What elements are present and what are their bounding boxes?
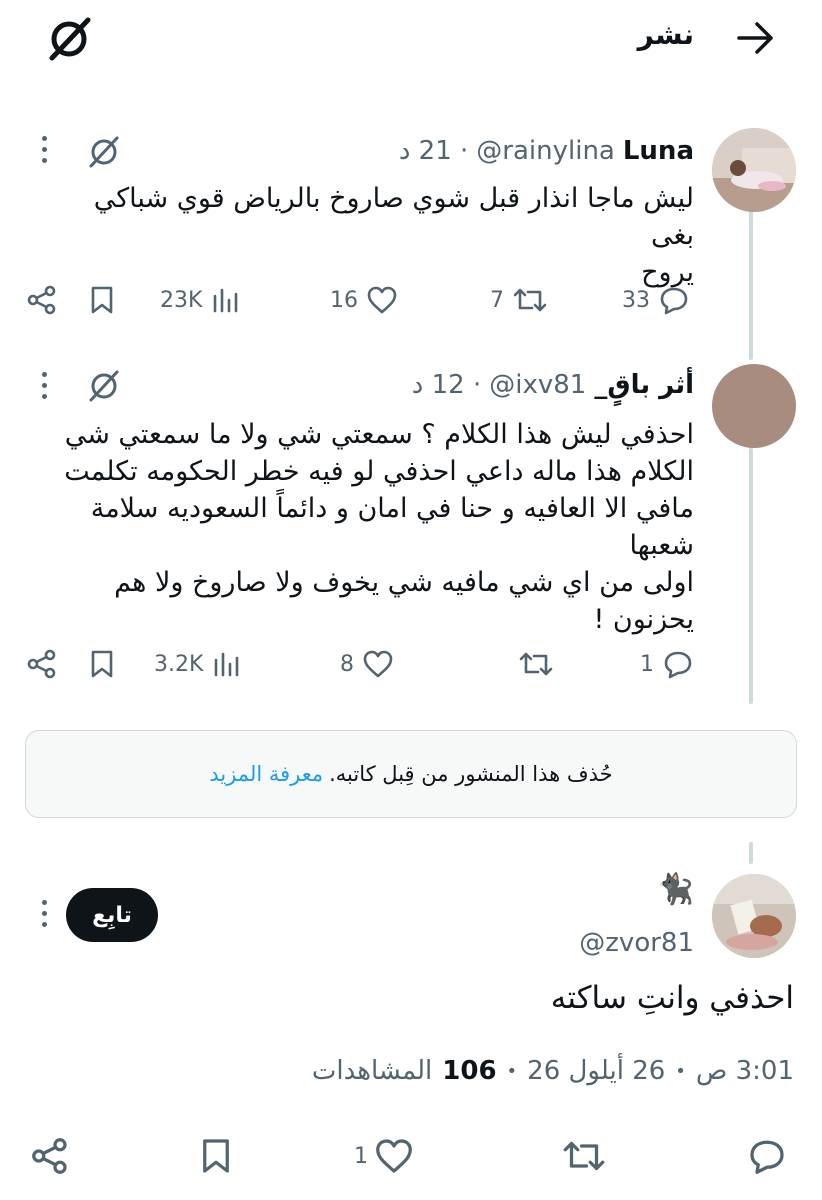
author-handle[interactable]: @ixv81 — [489, 370, 586, 400]
retweet-icon — [519, 652, 553, 676]
tweet-text: احذفي ليش هذا الكلام ؟ سمعتي شي ولا ما س… — [54, 416, 694, 638]
arrow-right-icon — [737, 22, 773, 54]
author-handle[interactable]: @zvor81 — [579, 928, 694, 958]
bookmark-icon — [91, 286, 113, 314]
author-name[interactable]: أثر باقٍ_ — [594, 370, 694, 400]
more-options-icon[interactable] — [37, 372, 51, 399]
like-button[interactable]: 8 — [340, 648, 394, 680]
bookmark-icon — [91, 650, 113, 678]
main-tweet: 🐈‍⬛ @zvor81 تابِع احذفي وانتِ ساكته 3:01… — [0, 860, 822, 1200]
slashed-circle-icon — [49, 17, 91, 61]
like-button[interactable]: 16 — [330, 284, 398, 316]
deleted-notice-text: حُذف هذا المنشور من قِبل كاتبه. — [329, 762, 613, 786]
author-name-emoji[interactable]: 🐈‍⬛ — [657, 872, 694, 907]
bar-chart-icon — [214, 288, 238, 313]
share-button[interactable] — [28, 1136, 72, 1176]
like-count: 16 — [330, 287, 358, 313]
retweet-count: 7 — [490, 287, 504, 313]
reply-icon — [660, 287, 688, 315]
share-icon — [32, 1138, 67, 1174]
follow-button[interactable]: تابِع — [66, 888, 158, 942]
slashed-circle-icon[interactable] — [86, 368, 122, 404]
avatar[interactable] — [712, 364, 796, 448]
retweet-button[interactable] — [560, 1136, 608, 1176]
share-button[interactable] — [26, 284, 58, 316]
bar-chart-icon — [215, 652, 239, 677]
like-count: 1 — [354, 1143, 368, 1169]
back-button[interactable] — [735, 18, 777, 58]
page-title: نشر — [637, 18, 694, 51]
like-button[interactable]: 1 — [354, 1136, 416, 1176]
avatar[interactable] — [712, 128, 796, 212]
more-options-icon[interactable] — [37, 900, 51, 927]
reply-count: 33 — [622, 287, 650, 313]
views-count: 23K — [160, 287, 203, 313]
share-icon — [27, 285, 56, 315]
retweet-button[interactable] — [510, 648, 554, 680]
app-icon-button[interactable] — [44, 14, 94, 64]
reply-button[interactable] — [745, 1136, 789, 1176]
author-line: · 12 د @ixv81 أثر باقٍ_ — [412, 370, 694, 400]
more-options-icon[interactable] — [37, 136, 51, 163]
heart-icon — [363, 650, 393, 678]
tweet-meta: 3:01 ص • 26 أيلول 26 • 106 المشاهدات — [312, 1056, 794, 1086]
tweet[interactable]: · 12 د @ixv81 أثر باقٍ_ احذفي ليش هذا ال… — [0, 356, 822, 696]
avatar[interactable] — [712, 874, 796, 958]
tweet-text-line: يحزنون ! — [593, 604, 694, 635]
slashed-circle-icon[interactable] — [86, 134, 122, 170]
deleted-post-notice: حُذف هذا المنشور من قِبل كاتبه. معرفة ال… — [25, 730, 797, 818]
tweet-time: 3:01 ص — [695, 1056, 794, 1086]
share-button[interactable] — [26, 648, 58, 680]
heart-icon — [376, 1139, 412, 1173]
separator: • — [675, 1060, 686, 1082]
tweet-time: · 21 د — [398, 136, 469, 166]
bookmark-icon — [203, 1139, 229, 1173]
tweet-text-line: مافي الا العافيه و حنا في امان و دائماً … — [90, 493, 694, 561]
views-count: 106 — [442, 1056, 497, 1086]
reply-button[interactable]: 33 — [622, 284, 690, 316]
main-tweet-text: احذفي وانتِ ساكته — [550, 980, 794, 1016]
tweet-date: 26 أيلول 26 — [527, 1056, 666, 1086]
learn-more-link[interactable]: معرفة المزيد — [209, 762, 323, 786]
tweet-time: · 12 د — [411, 370, 482, 400]
reply-icon — [664, 651, 692, 679]
retweet-icon — [563, 1141, 605, 1171]
tweet-text-line: اولى من اي شي مافيه شي يخوف ولا صاروخ ول… — [114, 567, 694, 598]
reply-count: 1 — [640, 651, 654, 677]
tweet-text: ليش ماجا انذار قبل شوي صاروخ بالرياض قوي… — [54, 180, 694, 291]
views-label: المشاهدات — [311, 1056, 433, 1086]
views-button[interactable]: 23K — [160, 284, 240, 316]
views-count: 3.2K — [154, 651, 204, 677]
like-count: 8 — [340, 651, 354, 677]
views-button[interactable]: 3.2K — [154, 648, 241, 680]
tweet[interactable]: · 21 د @rainylina Luna ليش ماجا انذار قب… — [0, 120, 822, 340]
bookmark-button[interactable] — [88, 284, 116, 316]
heart-icon — [367, 286, 397, 314]
tweet-text-line: ليش ماجا انذار قبل شوي صاروخ بالرياض قوي… — [93, 183, 694, 251]
retweet-icon — [513, 288, 547, 312]
separator: • — [506, 1060, 518, 1082]
reply-icon — [750, 1140, 784, 1174]
author-handle[interactable]: @rainylina — [476, 136, 615, 166]
share-icon — [27, 649, 56, 679]
tweet-text-line: احذفي ليش هذا الكلام ؟ سمعتي شي ولا ما س… — [64, 419, 694, 450]
reply-button[interactable]: 1 — [640, 648, 694, 680]
retweet-button[interactable]: 7 — [490, 284, 548, 316]
bookmark-button[interactable] — [88, 648, 116, 680]
author-name[interactable]: Luna — [623, 136, 694, 166]
bookmark-button[interactable] — [196, 1136, 236, 1176]
author-line: · 21 د @rainylina Luna — [399, 136, 694, 166]
tweet-text-line: الكلام هذا ماله داعي احذفي لو فيه خطر ال… — [64, 456, 694, 487]
header: نشر — [0, 0, 822, 80]
